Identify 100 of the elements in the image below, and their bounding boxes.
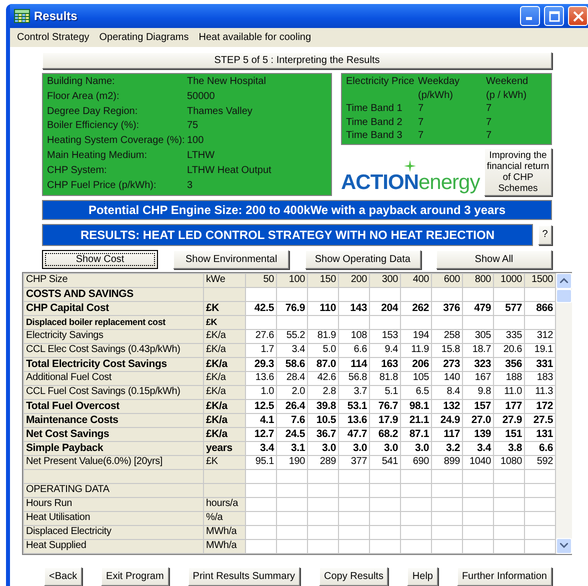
table-cell: 312	[524, 329, 556, 343]
table-cell	[400, 539, 432, 553]
menu-item[interactable]: Control Strategy	[12, 32, 94, 43]
table-cell: 5.1	[370, 385, 400, 399]
table-cell: 28.4	[276, 371, 308, 385]
row-label: Electricity Savings	[24, 329, 204, 343]
footer-button[interactable]: Help	[407, 567, 438, 586]
sparkle-icon	[404, 160, 416, 172]
table-cell: 177	[494, 399, 524, 413]
minimize-button[interactable]	[520, 6, 540, 26]
table-cell: 87.1	[400, 427, 432, 441]
table-cell: 541	[370, 455, 400, 469]
table-cell: 20.6	[494, 343, 524, 357]
maximize-icon	[548, 10, 560, 22]
table-cell: 1.7	[246, 343, 276, 357]
table-cell	[308, 315, 338, 329]
view-button[interactable]: Show Operating Data	[304, 250, 421, 268]
table-cell: 114	[338, 357, 370, 371]
unit-cell: hours/a	[204, 497, 246, 511]
table-cell	[462, 287, 494, 301]
table-cell	[462, 469, 494, 483]
step-button[interactable]: STEP 5 of 5 : Interpreting the Results	[42, 52, 552, 69]
field-label: Main Heating Medium:	[47, 149, 148, 164]
improving-return-button[interactable]: Improving the financial return of CHP Schemes	[484, 148, 552, 196]
scroll-up-button[interactable]	[556, 272, 572, 288]
table-cell: 81.9	[308, 329, 338, 343]
row-label: Heat Supplied	[24, 539, 204, 553]
footer-button[interactable]: Exit Program	[101, 567, 169, 586]
scrollbar[interactable]	[556, 272, 572, 554]
table-cell	[432, 469, 462, 483]
row-label: Displaced Electricity	[24, 525, 204, 539]
table-cell: 8.4	[432, 385, 462, 399]
table-cell	[276, 525, 308, 539]
unit-cell: kWe	[204, 273, 246, 287]
table-cell: 577	[494, 301, 524, 315]
table-cell: 105	[400, 371, 432, 385]
grid-app-icon	[14, 9, 30, 23]
table-cell	[494, 497, 524, 511]
unit-cell: %/a	[204, 511, 246, 525]
table-cell: 39.8	[308, 399, 338, 413]
row-label: Maintenance Costs	[24, 413, 204, 427]
table-cell: 27.0	[462, 413, 494, 427]
help-button[interactable]: ?	[538, 224, 552, 244]
table-cell: 24.9	[432, 413, 462, 427]
menu-item[interactable]: Heat available for cooling	[194, 32, 316, 43]
maximize-button[interactable]	[544, 6, 564, 26]
table-cell	[308, 511, 338, 525]
table-cell	[432, 539, 462, 553]
view-button[interactable]: Show Environmental	[173, 250, 290, 268]
unit-cell: MWh/a	[204, 525, 246, 539]
table-cell: 19.1	[524, 343, 556, 357]
table-cell: 6.6	[338, 343, 370, 357]
footer-button[interactable]: Print Results Summary	[188, 567, 300, 586]
unit-cell: £K/a	[204, 371, 246, 385]
table-cell: 11.9	[400, 343, 432, 357]
table-cell: 690	[400, 455, 432, 469]
table-cell	[494, 539, 524, 553]
table-cell	[370, 539, 400, 553]
table-cell: 117	[432, 427, 462, 441]
table-cell: 9.4	[370, 343, 400, 357]
view-button[interactable]: Show Cost	[42, 250, 158, 268]
view-button[interactable]: Show All	[436, 250, 552, 268]
window-title: Results	[34, 9, 78, 23]
table-cell	[338, 315, 370, 329]
field-value: LTHW Heat Output	[187, 164, 272, 178]
field-value: 75	[187, 119, 200, 134]
table-cell	[246, 539, 276, 553]
table-cell: 289	[308, 455, 338, 469]
table-cell: 56.8	[338, 371, 370, 385]
footer-button[interactable]: Copy Results	[318, 567, 388, 586]
footer-button[interactable]: <Back	[44, 567, 82, 586]
table-cell	[494, 525, 524, 539]
table-cell: 81.8	[370, 371, 400, 385]
table-cell: 15.8	[432, 343, 462, 357]
table-cell	[494, 287, 524, 301]
table-cell: 167	[462, 371, 494, 385]
footer-button[interactable]: Further Information	[456, 567, 552, 586]
column-header: 400	[400, 273, 432, 287]
table-cell: 479	[462, 301, 494, 315]
results-banner: RESULTS: HEAT LED CONTROL STRATEGY WITH NO HEAT REJECTION	[42, 224, 533, 246]
table-cell	[276, 539, 308, 553]
menu-item[interactable]: Operating Diagrams	[94, 32, 194, 43]
column-header: 50	[246, 273, 276, 287]
table-cell	[246, 287, 276, 301]
table-cell: 108	[338, 329, 370, 343]
table-cell	[338, 469, 370, 483]
table-cell	[400, 469, 432, 483]
table-cell: 10.5	[308, 413, 338, 427]
close-button[interactable]	[568, 6, 588, 26]
table-cell	[338, 287, 370, 301]
table-cell: 131	[524, 427, 556, 441]
table-cell	[308, 539, 338, 553]
table-cell	[432, 315, 462, 329]
scroll-down-button[interactable]	[556, 538, 572, 554]
table-cell	[462, 483, 494, 497]
table-cell	[524, 469, 556, 483]
table-cell	[400, 497, 432, 511]
table-cell: 47.7	[338, 427, 370, 441]
scroll-thumb[interactable]	[556, 288, 572, 302]
table-cell: 356	[494, 357, 524, 371]
